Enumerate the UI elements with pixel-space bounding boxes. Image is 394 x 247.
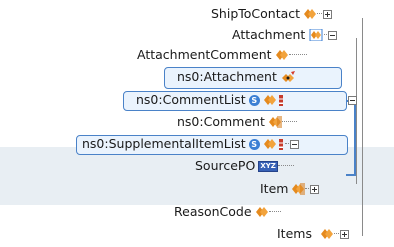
link-connector [346, 174, 356, 176]
tree-dotline [305, 188, 310, 190]
element-diamond-icon [263, 95, 276, 105]
node-label: Item [260, 181, 289, 196]
element-diamond-icon [320, 229, 333, 239]
link-connector [354, 100, 356, 176]
tree-dotline [288, 54, 307, 56]
collapse-minus-icon[interactable] [348, 96, 357, 105]
node-label: ShipToContact [211, 6, 301, 21]
tree-node-ns0-attachment[interactable]: ns0:Attachment [177, 68, 296, 86]
expand-plus-icon[interactable] [339, 229, 349, 239]
tree-dotline [317, 13, 323, 15]
tree-node-items[interactable]: Items [277, 225, 349, 243]
sequence-icon: S [248, 94, 260, 106]
node-label: ns0:Comment [177, 114, 265, 129]
tree-dotline [284, 143, 289, 145]
node-label: Items [277, 226, 312, 241]
element-diamond-icon [304, 9, 317, 19]
tree-node-reasoncode[interactable]: ReasonCode [174, 203, 281, 221]
choice-bars-icon [278, 138, 283, 150]
tree-node-ns0-commentlist[interactable]: ns0:CommentList S [136, 91, 283, 109]
collapse-minus-icon[interactable] [289, 139, 299, 149]
tree-node-attachment[interactable]: Attachment [232, 26, 338, 44]
tree-node-attachmentcomment[interactable]: AttachmentComment [137, 46, 307, 64]
tree-node-ns0-comment[interactable]: ns0:Comment [177, 113, 297, 131]
tree-dotline [277, 165, 294, 167]
node-label: ns0:Attachment [177, 69, 277, 84]
tree-dotline [281, 121, 297, 123]
sequence-icon: S [248, 138, 260, 150]
node-label: AttachmentComment [137, 47, 272, 62]
element-diamond-icon [255, 207, 268, 217]
tree-node-sourcepo[interactable]: SourcePO XYZ [195, 157, 294, 175]
element-diamond-icon [292, 183, 306, 195]
tree-dotline [333, 233, 339, 235]
element-diamond-icon [309, 29, 323, 41]
tree-node-shiptocontact[interactable]: ShipToContact [211, 5, 333, 23]
tree-dotline [324, 34, 328, 36]
element-diamond-icon [275, 50, 288, 60]
node-label: Attachment [232, 27, 306, 42]
tree-node-ns0-supplementalitemlist[interactable]: ns0:SupplementalItemList S [82, 135, 299, 153]
highlight-band [0, 147, 394, 205]
element-diamond-icon [263, 139, 276, 149]
expand-plus-icon[interactable] [310, 184, 320, 194]
tree-dotline [268, 211, 281, 213]
xyz-type-icon: XYZ [258, 160, 278, 172]
tree-node-item[interactable]: Item [260, 180, 320, 198]
node-label: ReasonCode [174, 204, 252, 219]
choice-bars-icon [278, 94, 283, 106]
tree-connector [356, 38, 357, 184]
collapse-minus-icon[interactable] [328, 30, 338, 40]
schema-tree-canvas: ShipToContact Attachment AttachmentComme… [0, 0, 394, 247]
node-label: SourcePO [195, 158, 256, 173]
tree-connector [362, 18, 363, 236]
node-label: ns0:SupplementalItemList [82, 136, 246, 151]
element-diamond-icon [281, 71, 295, 82]
element-diamond-icon [268, 116, 282, 128]
expand-plus-icon[interactable] [323, 9, 333, 19]
node-label: ns0:CommentList [136, 92, 246, 107]
